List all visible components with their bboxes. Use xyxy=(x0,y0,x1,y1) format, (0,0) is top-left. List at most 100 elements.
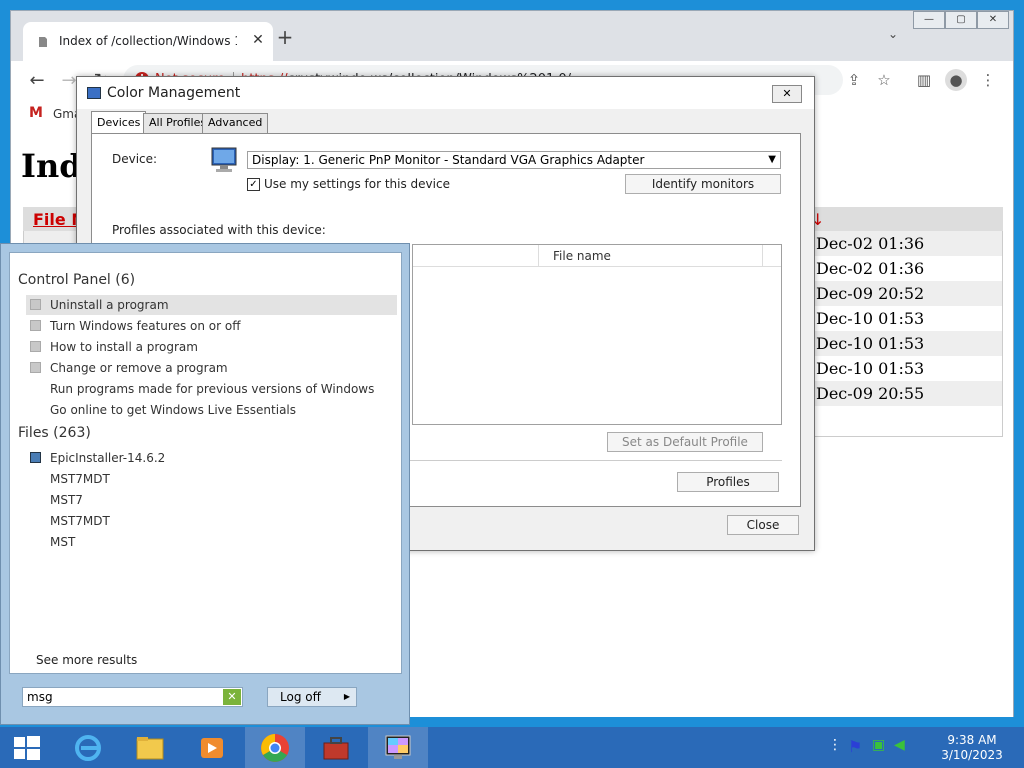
windows-start-icon[interactable] xyxy=(4,731,48,765)
device-select[interactable]: Display: 1. Generic PnP Monitor - Standa… xyxy=(247,151,781,169)
clear-search-icon[interactable]: ✕ xyxy=(223,689,241,705)
installer-icon xyxy=(30,452,41,463)
close-window-button[interactable]: ✕ xyxy=(977,11,1009,29)
panel-divider xyxy=(392,460,782,461)
dialog-titlebar[interactable]: Color Management ✕ xyxy=(77,77,814,109)
row-date: Dec-10 01:53 xyxy=(816,359,925,378)
name-column-header[interactable] xyxy=(413,245,539,267)
result-file[interactable]: MST7MDT xyxy=(26,511,397,531)
result-label: How to install a program xyxy=(50,340,198,354)
window-controls: — ▢ ✕ xyxy=(913,11,1009,29)
color-monitor-icon xyxy=(385,735,411,759)
profiles-list[interactable]: File name xyxy=(412,244,782,425)
side-panel-icon[interactable]: ▥ xyxy=(913,69,935,91)
arrow-right-icon[interactable]: ▶ xyxy=(344,688,350,706)
result-label: Change or remove a program xyxy=(50,361,228,375)
color-management-icon xyxy=(87,87,101,99)
dialog-close-button[interactable]: ✕ xyxy=(772,85,802,103)
profiles-associated-label: Profiles associated with this device: xyxy=(112,223,326,237)
new-tab-icon[interactable]: + xyxy=(273,25,297,49)
blank-icon xyxy=(30,404,41,415)
action-center-flag-icon[interactable]: ⚑ xyxy=(848,737,862,756)
result-label: MST7MDT xyxy=(50,514,110,528)
row-date: Dec-02 01:36 xyxy=(816,259,925,278)
monitor-icon xyxy=(211,147,237,172)
volume-icon[interactable]: ◀ xyxy=(894,737,905,753)
result-file[interactable]: MST7 xyxy=(26,490,397,510)
back-icon[interactable]: ← xyxy=(25,69,49,93)
control-panel-icon xyxy=(30,299,41,310)
result-label: Run programs made for previous versions … xyxy=(50,382,375,396)
result-label: MST xyxy=(50,535,76,549)
profiles-button[interactable]: Profiles xyxy=(677,472,779,492)
taskbar-chrome[interactable] xyxy=(245,727,305,768)
taskbar-clock[interactable]: 9:38 AM 3/10/2023 xyxy=(932,733,1012,763)
file-icon xyxy=(30,536,41,547)
row-date: Dec-02 01:36 xyxy=(816,234,925,253)
blank-icon xyxy=(30,383,41,394)
taskbar-media-player[interactable] xyxy=(182,727,242,768)
result-compatibility[interactable]: Run programs made for previous versions … xyxy=(26,379,397,399)
taskbar-toolbox[interactable] xyxy=(306,727,366,768)
chrome-icon xyxy=(261,734,289,762)
column-divider xyxy=(762,245,763,267)
device-select-value: Display: 1. Generic PnP Monitor - Standa… xyxy=(252,153,645,167)
taskbar-ie[interactable] xyxy=(58,727,118,768)
use-settings-label[interactable]: Use my settings for this device xyxy=(264,177,450,191)
result-label: MST7 xyxy=(50,493,83,507)
toolbox-icon xyxy=(323,737,349,760)
control-panel-icon xyxy=(30,362,41,373)
set-default-profile-button[interactable]: Set as Default Profile xyxy=(607,432,763,452)
file-icon xyxy=(30,494,41,505)
dialog-title: Color Management xyxy=(107,85,241,101)
result-change-remove-program[interactable]: Change or remove a program xyxy=(26,358,397,378)
result-file[interactable]: MST7MDT xyxy=(26,469,397,489)
tray-overflow-icon[interactable]: ⋮ xyxy=(828,737,842,753)
device-label: Device: xyxy=(112,152,158,166)
share-icon[interactable]: ⇪ xyxy=(843,69,865,91)
taskbar-explorer[interactable] xyxy=(120,727,180,768)
tab-advanced[interactable]: Advanced xyxy=(202,113,269,133)
close-tab-icon[interactable]: ✕ xyxy=(249,31,267,49)
tab-devices[interactable]: Devices xyxy=(91,111,147,133)
result-label: Uninstall a program xyxy=(50,298,169,312)
clock-date: 3/10/2023 xyxy=(941,748,1003,762)
result-live-essentials[interactable]: Go online to get Windows Live Essentials xyxy=(26,400,397,420)
use-settings-checkbox[interactable]: ✓ xyxy=(247,178,260,191)
taskbar: ⋮ ⚑ ▣ ◀ 9:38 AM 3/10/2023 xyxy=(0,727,1024,768)
result-label: EpicInstaller-14.6.2 xyxy=(50,451,166,465)
log-off-label: Log off xyxy=(280,690,321,704)
close-button[interactable]: Close xyxy=(727,515,799,535)
see-more-results-link[interactable]: See more results xyxy=(36,653,137,667)
start-menu: Control Panel (6) Uninstall a program Tu… xyxy=(0,243,410,725)
file-name-column-header[interactable]: File name xyxy=(553,249,611,263)
browser-tab[interactable]: Index of /collection/Windows 1.0 ✕ xyxy=(23,22,273,61)
result-windows-features[interactable]: Turn Windows features on or off xyxy=(26,316,397,336)
network-icon[interactable]: ▣ xyxy=(872,737,885,753)
maximize-button[interactable]: ▢ xyxy=(945,11,977,29)
log-off-button[interactable]: Log off ▶ xyxy=(267,687,357,707)
bookmark-star-icon[interactable]: ☆ xyxy=(873,69,895,91)
result-how-to-install[interactable]: How to install a program xyxy=(26,337,397,357)
chevron-down-icon: ▼ xyxy=(768,154,776,165)
identify-monitors-button[interactable]: Identify monitors xyxy=(625,174,781,194)
system-tray: ⋮ ⚑ ▣ ◀ 9:38 AM 3/10/2023 xyxy=(828,727,1024,768)
taskbar-color-management[interactable] xyxy=(368,727,428,768)
row-date: Dec-10 01:53 xyxy=(816,309,925,328)
result-label: MST7MDT xyxy=(50,472,110,486)
tab-search-icon[interactable]: ⌄ xyxy=(883,27,903,47)
row-date: Dec-10 01:53 xyxy=(816,334,925,353)
file-icon xyxy=(30,515,41,526)
result-file[interactable]: EpicInstaller-14.6.2 xyxy=(26,448,397,468)
control-panel-category[interactable]: Control Panel (6) xyxy=(18,272,135,288)
result-file[interactable]: MST xyxy=(26,532,397,552)
files-category[interactable]: Files (263) xyxy=(18,425,91,441)
minimize-button[interactable]: — xyxy=(913,11,945,29)
tab-strip: Index of /collection/Windows 1.0 ✕ + ⌄ —… xyxy=(11,11,1013,61)
menu-dots-icon[interactable]: ⋮ xyxy=(977,69,999,91)
gmail-icon[interactable]: M xyxy=(29,105,43,121)
profile-avatar-icon[interactable]: ● xyxy=(945,69,967,91)
start-search-input[interactable]: msg ✕ xyxy=(22,687,243,707)
clock-time: 9:38 AM xyxy=(947,733,997,747)
result-uninstall-program[interactable]: Uninstall a program xyxy=(26,295,397,315)
